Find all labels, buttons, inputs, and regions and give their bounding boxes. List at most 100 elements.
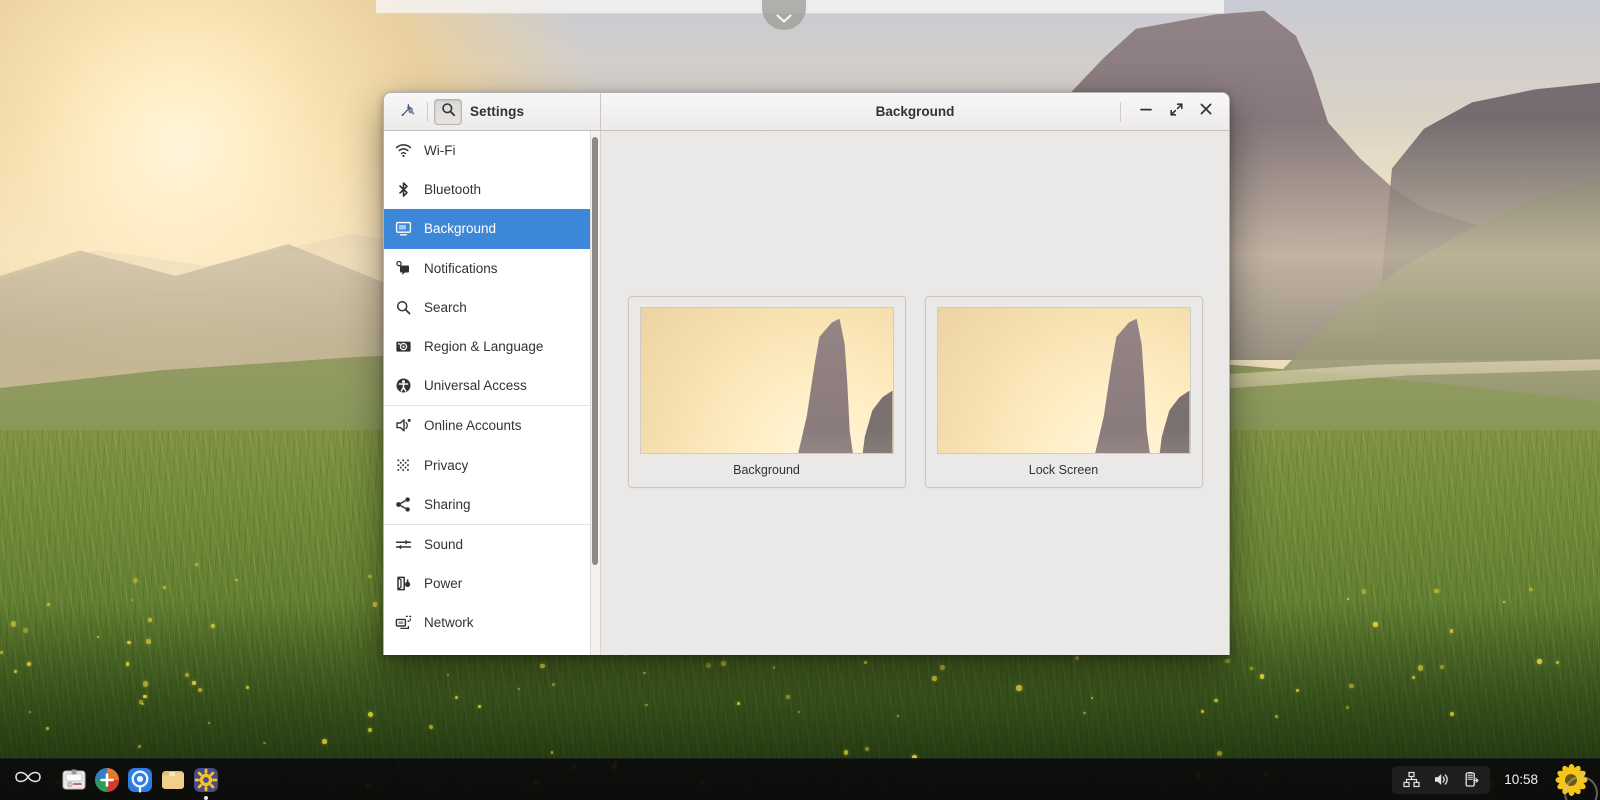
headerbar-left: Settings [384,93,601,130]
sidebar-item-label: Bluetooth [424,182,482,198]
sidebar-item-label: Power [424,576,463,592]
wallpaper-flower [1440,664,1445,669]
taskbar-launchers[interactable] [56,766,220,800]
thumb-haze [640,428,893,453]
wallpaper-flower [1556,661,1559,664]
wallpaper-flower [146,639,151,644]
wallpaper-flower [143,694,147,699]
minimize-button[interactable] [1131,98,1161,126]
sidebar-item-background[interactable]: Background [384,209,600,249]
background-card[interactable]: Background [627,296,906,488]
wallpaper-flower [245,685,249,689]
window-controls [1120,98,1221,126]
wallpaper-flower [1417,665,1423,671]
sidebar-item-power[interactable]: Power [384,564,600,603]
thumb-haze [937,428,1190,453]
sidebar-item-label: Universal Access [424,378,527,394]
wallpaper-flower [1225,658,1230,663]
background-preview-thumbnail[interactable] [639,307,894,454]
search-toggle-button[interactable] [434,98,462,125]
settings-sidebar[interactable]: Wi-Fi Bluetooth Background Notifications Sea… [384,131,601,655]
sidebar-item-online-accounts[interactable]: Online Accounts [384,406,600,445]
system-tray[interactable] [1392,765,1491,794]
battery-tray-icon[interactable] [1462,771,1480,789]
settings-overview-button[interactable] [393,99,421,125]
sidebar-item-label: Online Accounts [424,418,522,434]
sidebar-item-label: Search [424,299,467,315]
maximize-icon [1169,102,1184,122]
wallpaper-flower [1216,750,1222,756]
network-icon [395,614,412,631]
wallpaper-flower [1529,587,1533,592]
file-manager-icon[interactable] [159,766,187,794]
sound-icon [395,536,412,553]
wallpaper-flower [263,741,266,745]
wallpaper-flower [195,563,199,566]
sidebar-item-privacy[interactable]: Privacy [384,446,600,485]
wallpaper-flower [127,640,131,645]
sidebar-item-sharing[interactable]: Sharing [384,485,600,524]
monitor-icon [395,220,412,237]
search-icon [395,299,412,316]
wallpaper-flower [148,618,152,622]
sidebar-item-notifications[interactable]: Notifications [384,249,600,288]
wallpaper-flower [210,623,215,628]
app-store-icon[interactable] [93,766,121,794]
wallpaper-flower [125,661,130,666]
archive-manager-icon[interactable] [60,766,88,794]
wallpaper-flower [141,702,144,705]
wallpaper-flower [932,676,938,681]
browser-icon[interactable] [126,766,154,794]
settings-icon[interactable] [192,766,220,800]
wallpaper-flower [142,681,149,687]
wallpaper-flower [192,681,196,685]
sidebar-item-sound[interactable]: Sound [384,525,600,564]
sidebar-item-universal-access[interactable]: Universal Access [384,366,600,405]
running-indicator-dot [204,795,208,800]
sidebar-scrollbar[interactable] [590,131,600,655]
power-icon [395,575,412,592]
tools-icon [399,101,416,123]
wallpaper-flower [132,577,138,583]
window-body: Wi-Fi Bluetooth Background Notifications Sea… [384,131,1229,655]
wallpaper-flower [939,664,945,670]
wallpaper-flower [235,578,238,582]
sidebar-scrollbar-thumb[interactable] [592,137,598,565]
sidebar-list[interactable]: Wi-Fi Bluetooth Background Notifications Sea… [384,131,600,642]
headerbar-right: Background [601,93,1229,130]
sidebar-item-bluetooth[interactable]: Bluetooth [384,170,600,209]
sidebar-item-network[interactable]: Network [384,603,600,642]
minimize-icon [1139,102,1153,121]
wallpaper-flower [1502,600,1505,603]
search-icon [441,102,456,122]
wallpaper-flower [1259,674,1265,679]
headerbar-divider [427,101,428,122]
clock[interactable]: 10:58 [1504,772,1538,787]
network-tray-icon[interactable] [1402,771,1420,789]
sidebar-item-label: Wi-Fi [424,143,456,159]
wallpaper-flower [645,703,648,706]
lock-screen-card-caption: Lock Screen [1028,463,1099,477]
wallpaper-flower [843,750,849,755]
maximize-button[interactable] [1161,98,1191,126]
sidebar-item-region-language[interactable]: Region & Language [384,327,600,366]
taskbar[interactable]: 10:58 [0,758,1600,800]
application-menu-button[interactable] [0,768,56,791]
close-button[interactable] [1191,98,1221,126]
corner-indicator [1564,776,1598,800]
lock-screen-card[interactable]: Lock Screen [924,296,1203,488]
sidebar-item-search[interactable]: Search [384,288,600,327]
lock-screen-preview-thumbnail[interactable] [936,307,1191,454]
settings-window[interactable]: Settings Background Wi-Fi Bluetooth Back… [383,92,1230,655]
sidebar-item-label: Notifications [424,260,498,276]
wallpaper-flower [721,660,726,666]
infinity-menu-icon [11,768,45,791]
sidebar-item-wi-fi[interactable]: Wi-Fi [384,131,600,170]
wallpaper-flower [372,602,377,607]
wallpaper-flower [184,672,189,677]
wallpaper-flower [1449,629,1453,633]
wallpaper-flower [1016,685,1022,691]
app-title: Settings [470,104,525,119]
close-icon [1199,102,1213,121]
volume-tray-icon[interactable] [1432,771,1450,789]
